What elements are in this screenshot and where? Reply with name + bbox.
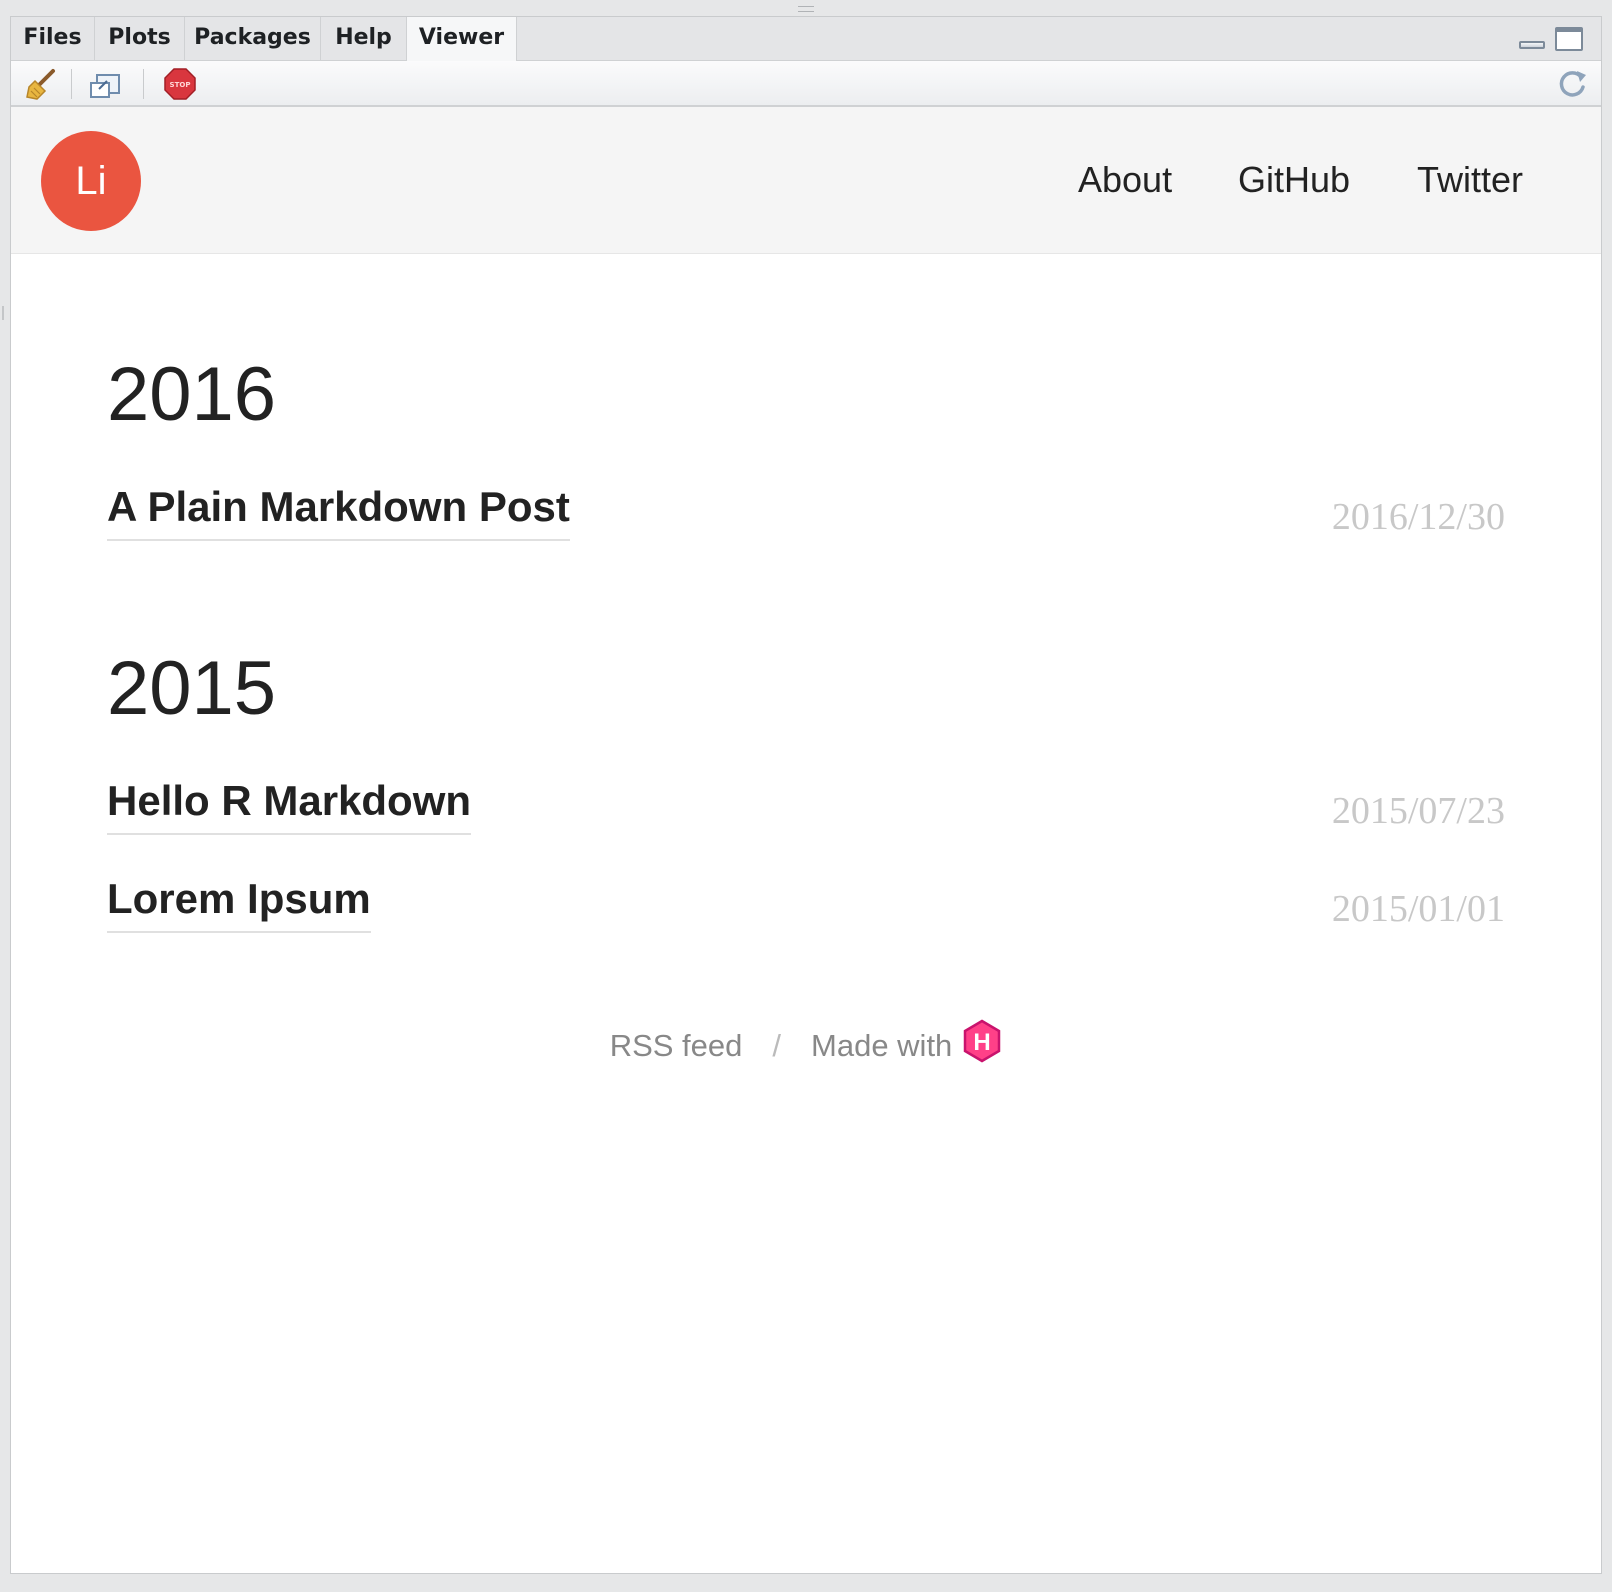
site-footer: RSS feed / Made with H [11,1019,1601,1071]
stop-icon[interactable]: STOP [163,67,197,101]
site-header: Li About GitHub Twitter [11,107,1601,254]
site-logo[interactable]: Li [41,131,141,231]
post-date: 2015/07/23 [1331,790,1505,832]
post-title-link[interactable]: Lorem Ipsum [107,875,371,933]
tab-files[interactable]: Files [11,17,95,61]
stop-icon-label: STOP [170,81,191,89]
broom-icon[interactable] [25,67,59,101]
viewer-popout-icon[interactable] [89,67,123,101]
window-controls [1519,27,1589,53]
tab-plots[interactable]: Plots [95,17,185,61]
viewer-toolbar: STOP [11,61,1601,107]
hugo-logo-letter: H [974,1029,991,1056]
maximize-pane-icon[interactable] [1555,27,1583,51]
tab-help[interactable]: Help [321,17,407,61]
viewer-content: Li About GitHub Twitter 2016 A Plain Mar… [11,107,1601,1573]
pane-tab-bar: Files Plots Packages Help Viewer [11,17,1601,62]
pane-resize-grip[interactable] [798,6,814,12]
post-title-link[interactable]: Hello R Markdown [107,777,472,835]
toolbar-separator [143,69,144,99]
made-with-label: Made with [811,1028,953,1064]
post-title-link[interactable]: A Plain Markdown Post [107,483,570,541]
archive-year-heading: 2016 [107,352,277,437]
tab-viewer[interactable]: Viewer [407,17,517,62]
post-date: 2016/12/30 [1331,496,1505,538]
post-date: 2015/01/01 [1331,888,1505,930]
refresh-icon[interactable] [1555,67,1589,101]
tab-packages[interactable]: Packages [185,17,321,61]
nav-about-link[interactable]: About [1078,159,1172,201]
footer-separator: / [772,1028,782,1064]
nav-github-link[interactable]: GitHub [1238,159,1350,201]
archive-year-heading: 2015 [107,646,277,731]
toolbar-separator [71,69,72,99]
viewer-pane: Files Plots Packages Help Viewer STOP Li… [10,16,1602,1574]
rss-feed-link[interactable]: RSS feed [610,1028,743,1063]
minimize-pane-icon[interactable] [1519,41,1545,49]
left-splitter-grip[interactable] [2,306,4,320]
nav-twitter-link[interactable]: Twitter [1417,159,1523,201]
hugo-logo-icon: H [962,1019,1002,1071]
made-with-hugo-link[interactable]: Made with H [811,1019,1002,1064]
